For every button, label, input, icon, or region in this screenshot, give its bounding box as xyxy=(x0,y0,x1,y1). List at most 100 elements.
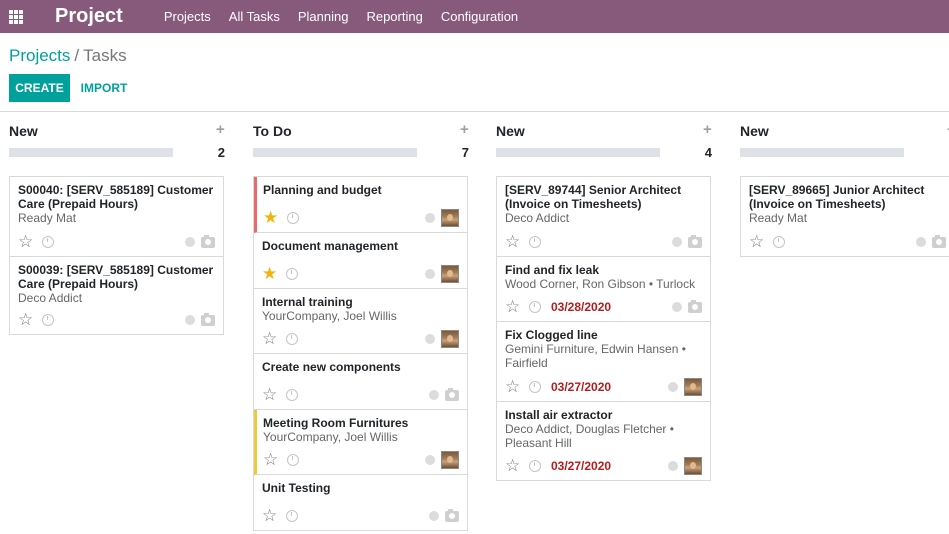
column-title[interactable]: New xyxy=(740,123,769,139)
task-title: [SERV_89744] Senior Architect (Invoice o… xyxy=(505,183,682,211)
task-card[interactable]: Fix Clogged line Gemini Furniture, Edwin … xyxy=(497,322,710,402)
menu-all-tasks[interactable]: All Tasks xyxy=(229,9,280,24)
import-button[interactable]: IMPORT xyxy=(74,74,134,102)
card-list: S00040: [SERV_585189] Customer Care (Pre… xyxy=(9,176,224,335)
assignee-avatar[interactable] xyxy=(684,378,702,396)
task-card[interactable]: Planning and budget ★ xyxy=(254,177,467,233)
kanban-state-dot[interactable] xyxy=(425,213,435,223)
clock-icon[interactable] xyxy=(286,389,298,401)
column-add-icon[interactable]: + xyxy=(216,121,225,138)
task-card[interactable]: S00039: [SERV_585189] Customer Care (Pre… xyxy=(10,257,223,335)
clock-icon[interactable] xyxy=(287,212,299,224)
column-title[interactable]: New xyxy=(9,123,38,139)
task-card[interactable]: Meeting Room Furnitures YourCompany, Joel… xyxy=(254,410,467,475)
assignee-avatar[interactable] xyxy=(441,265,459,283)
task-subtitle: YourCompany, Joel Willis xyxy=(262,309,397,323)
task-card[interactable]: Internal training YourCompany, Joel Willi… xyxy=(254,289,467,354)
camera-placeholder-icon[interactable] xyxy=(932,234,946,248)
task-card[interactable]: Find and fix leak Wood Corner, Ron Gibson… xyxy=(497,257,710,322)
column-progress-bar[interactable] xyxy=(9,148,173,157)
menu-planning[interactable]: Planning xyxy=(298,9,349,24)
task-title: Fix Clogged line xyxy=(505,328,598,342)
star-icon[interactable]: ☆ xyxy=(18,311,36,328)
column-progress-bar[interactable] xyxy=(496,148,660,157)
breadcrumb-projects-link[interactable]: Projects xyxy=(9,46,70,65)
column-add-icon[interactable]: + xyxy=(460,121,469,138)
kanban-state-dot[interactable] xyxy=(668,382,678,392)
menu-projects[interactable]: Projects xyxy=(164,9,211,24)
task-card[interactable]: Document management ★ xyxy=(254,233,467,289)
column-progress-bar[interactable] xyxy=(253,148,417,157)
menu-reporting[interactable]: Reporting xyxy=(366,9,422,24)
star-icon[interactable]: ☆ xyxy=(18,233,36,250)
star-icon[interactable]: ☆ xyxy=(505,233,523,250)
clock-icon[interactable] xyxy=(42,236,54,248)
kanban-state-dot[interactable] xyxy=(668,461,678,471)
camera-placeholder-icon[interactable] xyxy=(688,234,702,248)
task-subtitle: Deco Addict xyxy=(18,291,83,305)
column-add-icon[interactable]: + xyxy=(703,121,712,138)
clock-icon[interactable] xyxy=(529,460,541,472)
assignee-avatar[interactable] xyxy=(684,457,702,475)
star-icon[interactable]: ☆ xyxy=(749,233,767,250)
task-card[interactable]: [SERV_89665] Junior Architect (Invoice o… xyxy=(741,177,949,257)
star-icon[interactable]: ★ xyxy=(262,265,280,282)
kanban-state-dot[interactable] xyxy=(185,237,195,247)
kanban-column: New +4 [SERV_89744] Senior Architect (Invo… xyxy=(496,112,712,534)
task-footer: ☆ xyxy=(262,386,459,403)
star-icon[interactable]: ☆ xyxy=(262,507,280,524)
task-card[interactable]: Install air extractor Deco Addict, Dougla… xyxy=(497,402,710,481)
clock-icon[interactable] xyxy=(529,301,541,313)
column-progress-bar[interactable] xyxy=(740,148,904,157)
star-icon[interactable]: ☆ xyxy=(262,386,280,403)
task-card[interactable]: [SERV_89744] Senior Architect (Invoice o… xyxy=(497,177,710,257)
star-icon[interactable]: ☆ xyxy=(262,330,280,347)
task-title: Create new components xyxy=(262,360,401,374)
column-title[interactable]: New xyxy=(496,123,525,139)
column-title[interactable]: To Do xyxy=(253,123,292,139)
kanban-state-dot[interactable] xyxy=(672,237,682,247)
clock-icon[interactable] xyxy=(529,381,541,393)
assignee-avatar[interactable] xyxy=(441,451,459,469)
clock-icon[interactable] xyxy=(286,333,298,345)
kanban-state-dot[interactable] xyxy=(185,315,195,325)
clock-icon[interactable] xyxy=(286,510,298,522)
camera-placeholder-icon[interactable] xyxy=(445,508,459,522)
column-count: 2 xyxy=(217,145,225,160)
app-title[interactable]: Project xyxy=(55,5,123,28)
camera-placeholder-icon[interactable] xyxy=(688,299,702,313)
task-title: Meeting Room Furnitures xyxy=(263,416,409,430)
kanban-state-dot[interactable] xyxy=(425,334,435,344)
star-icon[interactable]: ★ xyxy=(263,209,281,226)
camera-placeholder-icon[interactable] xyxy=(201,234,215,248)
task-card[interactable]: S00040: [SERV_585189] Customer Care (Pre… xyxy=(10,177,223,257)
clock-icon[interactable] xyxy=(773,236,785,248)
kanban-state-dot[interactable] xyxy=(429,511,439,521)
assignee-avatar[interactable] xyxy=(441,330,459,348)
camera-placeholder-icon[interactable] xyxy=(201,312,215,326)
kanban-state-dot[interactable] xyxy=(425,455,435,465)
star-icon[interactable]: ☆ xyxy=(505,298,523,315)
task-card[interactable]: Create new components ☆ xyxy=(254,354,467,410)
camera-placeholder-icon[interactable] xyxy=(445,387,459,401)
kanban-state-dot[interactable] xyxy=(429,390,439,400)
clock-icon[interactable] xyxy=(286,268,298,280)
kanban-state-dot[interactable] xyxy=(425,269,435,279)
kanban-state-dot[interactable] xyxy=(672,302,682,312)
star-icon[interactable]: ☆ xyxy=(505,457,523,474)
card-list: Planning and budget ★ Document management ★… xyxy=(253,176,468,531)
task-title: Unit Testing xyxy=(262,481,331,495)
star-icon[interactable]: ☆ xyxy=(505,378,523,395)
star-icon[interactable]: ☆ xyxy=(263,451,281,468)
clock-icon[interactable] xyxy=(42,314,54,326)
kanban-state-dot[interactable] xyxy=(916,237,926,247)
assignee-avatar[interactable] xyxy=(441,209,459,227)
kanban-column: New+[SERV_89665] Junior Architect (Invoi… xyxy=(740,112,949,534)
clock-icon[interactable] xyxy=(529,236,541,248)
clock-icon[interactable] xyxy=(287,454,299,466)
menu-configuration[interactable]: Configuration xyxy=(441,9,518,24)
task-card[interactable]: Unit Testing ☆ xyxy=(254,475,467,531)
create-button[interactable]: CREATE xyxy=(9,74,70,102)
apps-menu-icon[interactable] xyxy=(9,9,26,24)
task-title: Install air extractor xyxy=(505,408,613,422)
